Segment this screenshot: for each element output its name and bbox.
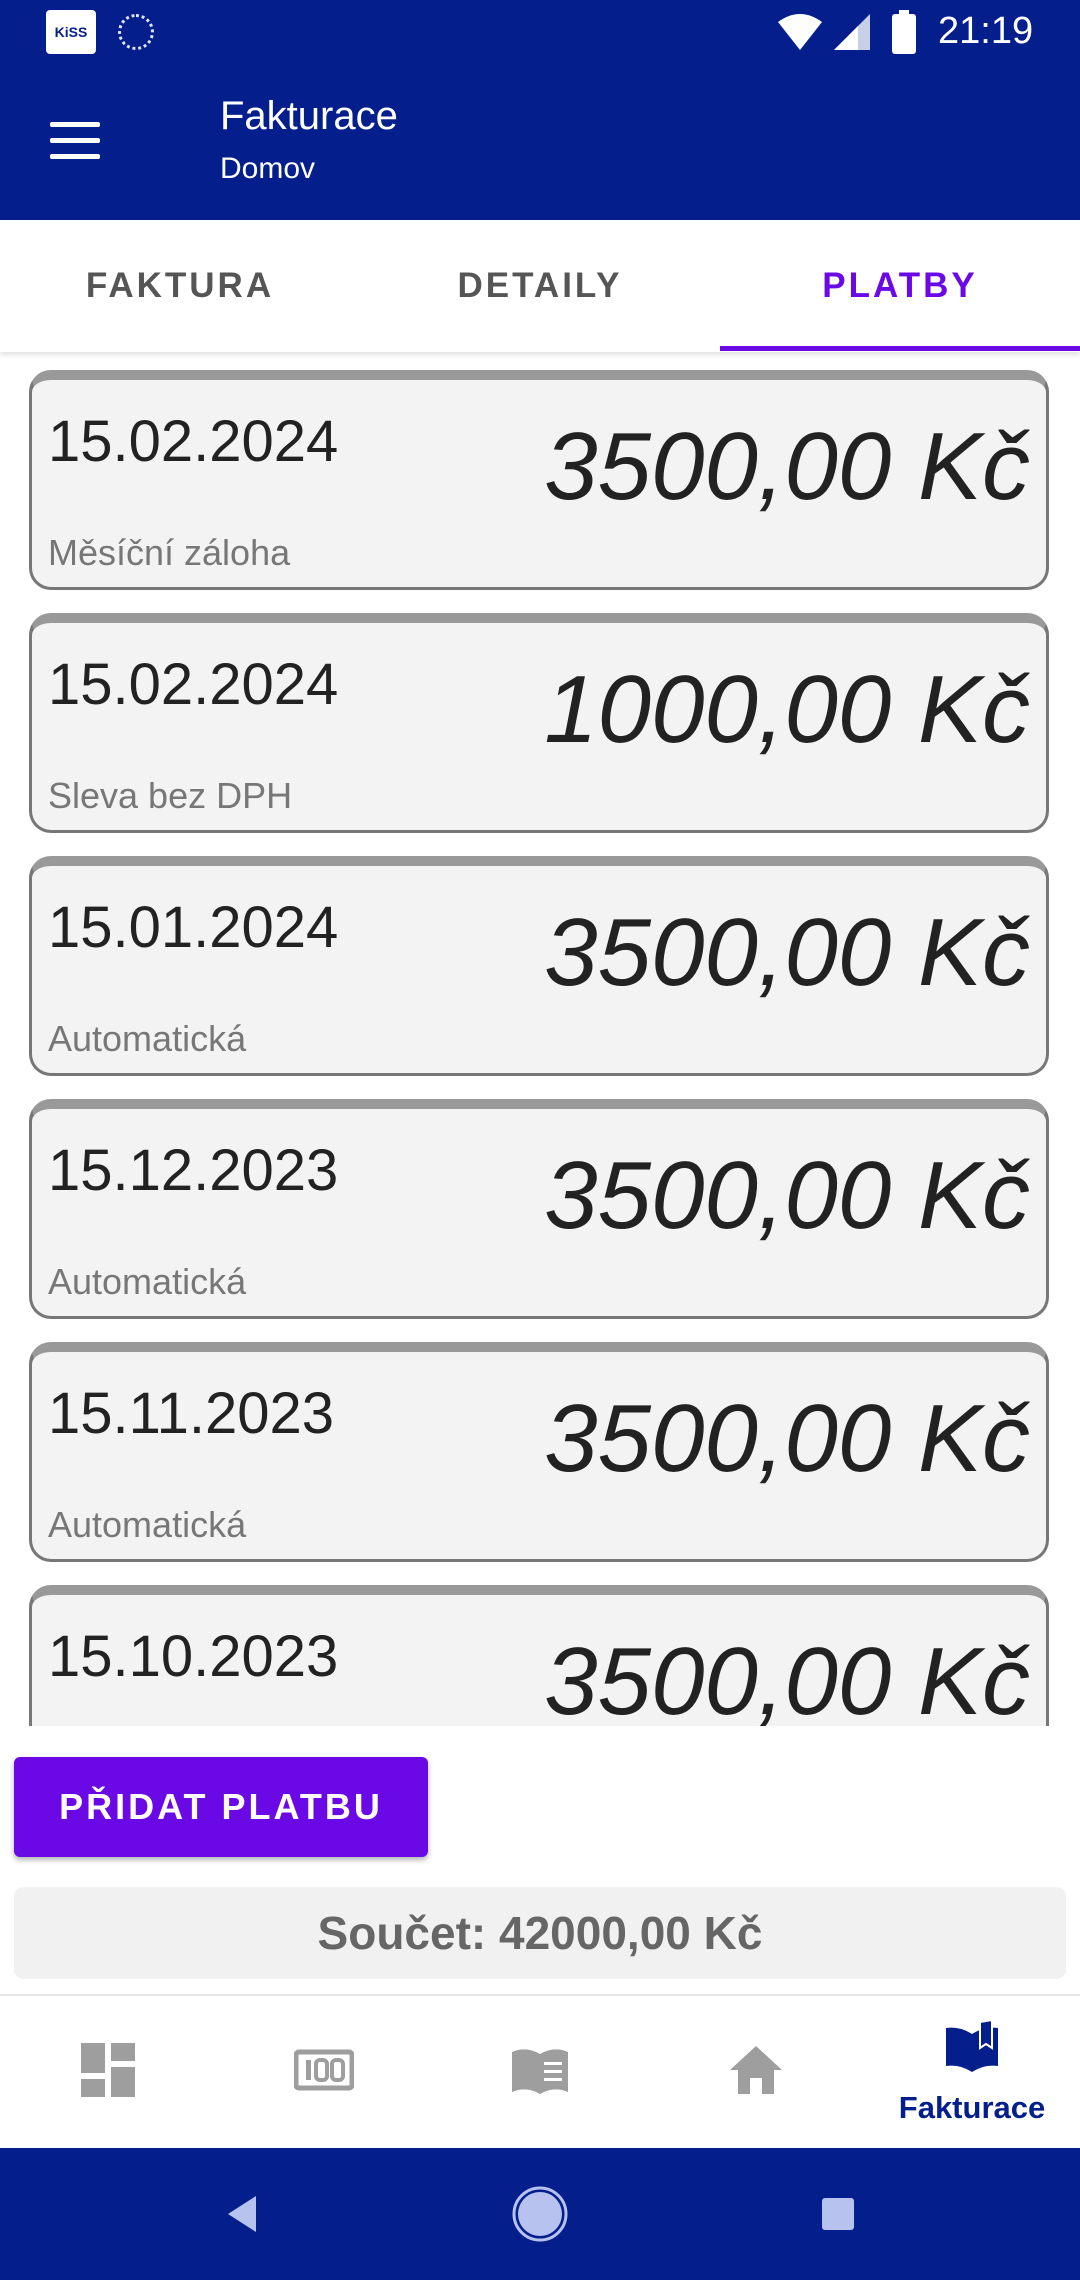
payment-card[interactable]: 15.02.2024 3500,00 Kč Měsíční záloha <box>29 370 1049 590</box>
home-icon <box>730 2046 782 2094</box>
payment-amount: 3500,00 Kč <box>544 1142 1030 1249</box>
payment-date: 15.12.2023 <box>48 1138 339 1203</box>
active-tab-indicator <box>720 346 1080 351</box>
tab-detaily[interactable]: DETAILY <box>360 220 720 352</box>
payment-date: 15.01.2024 <box>48 895 339 960</box>
nav-item-home[interactable] <box>648 1996 864 2150</box>
app-subtitle: Domov <box>220 152 316 185</box>
payment-amount: 3500,00 Kč <box>544 413 1030 520</box>
status-bar: KiSS 21:19 <box>0 0 1080 66</box>
battery-icon <box>892 10 916 54</box>
payment-date: 15.10.2023 <box>48 1624 339 1689</box>
system-navigation-bar <box>0 2148 1080 2280</box>
app-header: KiSS 21:19 Fakturace Domov <box>0 0 1080 220</box>
nav-item-fakturace[interactable]: Fakturace <box>864 1996 1080 2150</box>
recents-icon[interactable] <box>818 2184 858 2244</box>
payment-date: 15.02.2024 <box>48 409 339 474</box>
payments-total: Součet: 42000,00 Kč <box>14 1887 1066 1979</box>
sync-icon <box>118 14 154 50</box>
payments-list[interactable]: 15.02.2024 3500,00 Kč Měsíční záloha 15.… <box>0 368 1080 1726</box>
nav-item-book-list[interactable] <box>432 1996 648 2150</box>
menu-icon[interactable] <box>44 114 110 168</box>
payment-amount: 3500,00 Kč <box>544 899 1030 1006</box>
add-payment-button[interactable]: PŘIDAT PLATBU <box>14 1757 428 1857</box>
open-book-icon <box>946 2018 998 2072</box>
payment-card[interactable]: 15.12.2023 3500,00 Kč Automatická <box>29 1099 1049 1319</box>
dashboard-icon <box>81 2043 135 2097</box>
payment-amount: 3500,00 Kč <box>544 1385 1030 1492</box>
payment-note: Sleva bez DPH <box>48 775 293 816</box>
nav-item-meters[interactable] <box>216 1996 432 2150</box>
payment-note: Automatická <box>48 1018 247 1059</box>
app-title: Fakturace <box>220 94 398 138</box>
nav-label-fakturace: Fakturace <box>898 2090 1046 2125</box>
payment-card[interactable]: 15.01.2024 3500,00 Kč Automatická <box>29 856 1049 1076</box>
payment-card[interactable]: 15.10.2023 3500,00 Kč <box>29 1585 1049 1726</box>
payment-card[interactable]: 15.02.2024 1000,00 Kč Sleva bez DPH <box>29 613 1049 833</box>
cellular-signal-icon <box>834 14 870 50</box>
payment-amount: 1000,00 Kč <box>544 656 1030 763</box>
payment-amount: 3500,00 Kč <box>544 1628 1030 1726</box>
meter-counter-icon <box>294 2049 354 2091</box>
bottom-navigation: Fakturace <box>0 1994 1080 2150</box>
wifi-icon <box>778 14 822 50</box>
payment-date: 15.02.2024 <box>48 652 339 717</box>
tab-platby[interactable]: PLATBY <box>720 220 1080 352</box>
payment-date: 15.11.2023 <box>48 1381 334 1446</box>
nav-item-dashboard[interactable] <box>0 1996 216 2150</box>
payment-card[interactable]: 15.11.2023 3500,00 Kč Automatická <box>29 1342 1049 1562</box>
payment-note: Měsíční záloha <box>48 532 291 573</box>
tab-faktura[interactable]: FAKTURA <box>0 220 360 352</box>
home-circle-icon[interactable] <box>512 2184 568 2244</box>
payment-note: Automatická <box>48 1261 247 1302</box>
app-notification-icon: KiSS <box>46 10 96 54</box>
tab-bar: FAKTURA DETAILY PLATBY <box>0 220 1080 352</box>
back-icon[interactable] <box>222 2184 262 2244</box>
book-list-icon <box>512 2049 568 2094</box>
payment-note: Automatická <box>48 1504 247 1545</box>
clock: 21:19 <box>938 10 1034 52</box>
